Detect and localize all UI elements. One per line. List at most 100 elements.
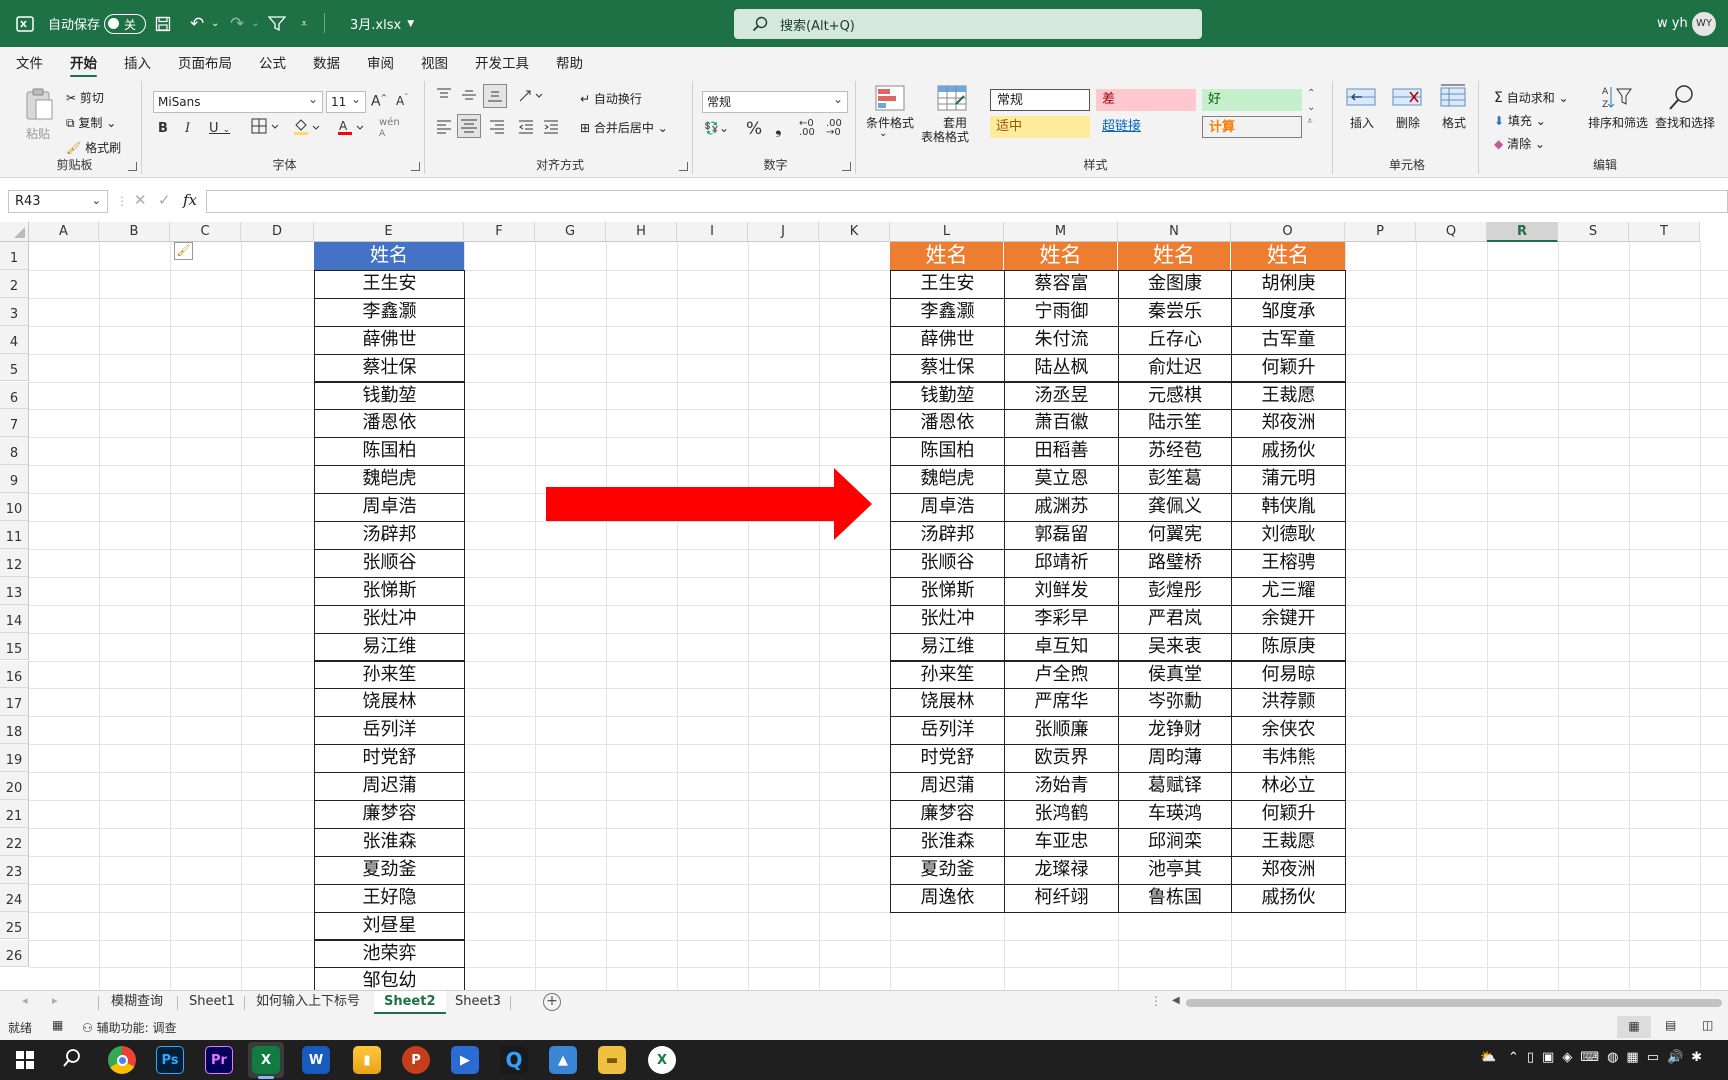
split-name-cell[interactable]: 张灶冲 (890, 604, 1005, 634)
align-bottom-icon[interactable] (483, 84, 507, 108)
split-name-cell[interactable]: 张鸿鹤 (1004, 800, 1119, 829)
split-name-cell[interactable]: 陈国柏 (890, 437, 1005, 467)
undo-icon[interactable]: ↶ (190, 0, 204, 47)
find-select-label[interactable]: 查找和选择 (1655, 114, 1715, 131)
styles-scroll-icon[interactable]: ⌃ ⌄ ⩡ (1307, 87, 1315, 129)
menu-file[interactable]: 文件 (16, 52, 43, 72)
percent-icon[interactable]: % (746, 119, 762, 139)
name-cell[interactable]: 周卓浩 (314, 493, 465, 522)
copy-button[interactable]: ⧉ 复制 ⌄ (66, 114, 116, 131)
row-header-16[interactable]: 16 (0, 660, 29, 689)
accessibility-status[interactable]: ⚇ 辅助功能: 调查 (82, 1019, 176, 1036)
row-header-20[interactable]: 20 (0, 772, 29, 800)
split-name-cell[interactable]: 王榕骋 (1231, 548, 1346, 578)
column-header-c[interactable]: C (170, 222, 241, 242)
style-calculation[interactable]: 计算 (1202, 116, 1302, 138)
column-header-q[interactable]: Q (1416, 222, 1487, 242)
align-top-icon[interactable] (436, 87, 452, 107)
split-name-cell[interactable]: 龚佩义 (1118, 493, 1232, 522)
increase-font-icon[interactable]: A^ (371, 93, 387, 110)
split-name-cell[interactable]: 张淮森 (890, 827, 1005, 857)
split-name-cell[interactable]: 车瑛鸿 (1118, 800, 1232, 829)
word-icon[interactable]: W (302, 1046, 330, 1074)
redo-dropdown-icon[interactable]: ⌄ (251, 0, 259, 47)
tray-weather-icon[interactable]: ⛅ (1480, 1050, 1496, 1065)
align-middle-icon[interactable] (461, 87, 477, 107)
font-color-icon[interactable]: A (337, 119, 367, 141)
sheet-tab-superscript[interactable]: 如何输入上下标号 (246, 991, 370, 1014)
row-header-2[interactable]: 2 (0, 269, 29, 298)
split-name-cell[interactable]: 魏皑虎 (890, 465, 1005, 495)
split-name-cell[interactable]: 车亚忠 (1004, 827, 1119, 857)
split-name-cell[interactable]: 戚渊苏 (1004, 493, 1119, 522)
phonetic-icon[interactable]: wén A (379, 117, 400, 139)
row-header-17[interactable]: 17 (0, 688, 29, 717)
column-header-f[interactable]: F (464, 222, 535, 242)
row-header-6[interactable]: 6 (0, 381, 29, 410)
add-sheet-icon[interactable]: + (543, 993, 561, 1011)
split-name-cell[interactable]: 秦尝乐 (1118, 297, 1232, 327)
powerpoint-icon[interactable]: P (402, 1046, 430, 1074)
file-explorer-icon[interactable]: ▬ (598, 1046, 626, 1074)
split-name-cell[interactable]: 卓互知 (1004, 632, 1119, 662)
menu-home[interactable]: 开始 (70, 52, 97, 78)
column-header-p[interactable]: P (1345, 222, 1416, 242)
name-cell[interactable]: 池荣弈 (314, 939, 465, 969)
split-name-cell[interactable]: 饶展林 (890, 688, 1005, 718)
find-select-icon[interactable] (1666, 83, 1696, 115)
column-header-o[interactable]: O (1231, 222, 1345, 242)
name-cell[interactable]: 王生安 (314, 269, 465, 299)
menu-review[interactable]: 审阅 (367, 52, 394, 72)
page-break-view-icon[interactable]: ◫ (1702, 1018, 1713, 1032)
split-name-cell[interactable]: 何颖升 (1231, 800, 1346, 829)
row-header-4[interactable]: 4 (0, 325, 29, 354)
column-header-h[interactable]: H (606, 222, 677, 242)
split-name-cell[interactable]: 王裁愿 (1231, 827, 1346, 857)
increase-indent-icon[interactable] (543, 118, 559, 138)
split-name-cell[interactable]: 苏经苞 (1118, 437, 1232, 467)
split-name-cell[interactable]: 李彩早 (1004, 604, 1119, 634)
tab-split-handle-icon[interactable]: ⋮ (1150, 994, 1162, 1008)
name-cell[interactable]: 薛佛世 (314, 325, 465, 355)
column-header-m[interactable]: M (1004, 222, 1118, 242)
style-normal[interactable]: 常规 (990, 89, 1090, 111)
format-cells-icon[interactable] (1438, 83, 1468, 113)
column-header-n[interactable]: N (1118, 222, 1231, 242)
split-name-cell[interactable]: 易江维 (890, 632, 1005, 662)
excel-alt-icon[interactable]: X (648, 1046, 676, 1074)
excel-taskbar-icon[interactable]: X (252, 1046, 280, 1074)
split-name-cell[interactable]: 元感棋 (1118, 381, 1232, 411)
row-header-25[interactable]: 25 (0, 911, 29, 940)
confirm-entry-icon[interactable]: ✓ (158, 191, 171, 209)
align-center-icon[interactable] (457, 114, 481, 138)
delete-cells-icon[interactable] (1392, 85, 1422, 113)
split-name-cell[interactable]: 严君岚 (1118, 604, 1232, 634)
split-name-cell[interactable]: 郑夜洲 (1231, 855, 1346, 885)
split-name-cell[interactable]: 刘鲜发 (1004, 576, 1119, 606)
split-name-cell[interactable]: 萧百徽 (1004, 409, 1119, 439)
name-cell[interactable]: 时党舒 (314, 744, 465, 774)
increase-decimal-icon[interactable]: ←0.00 (799, 119, 815, 138)
row-header-19[interactable]: 19 (0, 744, 29, 773)
sort-filter-label[interactable]: 排序和筛选 (1588, 114, 1648, 131)
alignment-launcher-icon[interactable] (679, 162, 688, 171)
split-name-cell[interactable]: 余侠农 (1231, 716, 1346, 746)
split-name-cell[interactable]: 汤丞昱 (1004, 381, 1119, 411)
undo-dropdown-icon[interactable]: ⌄ (211, 0, 219, 47)
column-header-b[interactable]: B (99, 222, 170, 242)
style-good[interactable]: 好 (1202, 89, 1302, 111)
split-name-cell[interactable]: 刘德耿 (1231, 521, 1346, 550)
split-name-cell[interactable]: 张顺谷 (890, 548, 1005, 578)
menu-developer[interactable]: 开发工具 (475, 52, 529, 72)
split-name-cell[interactable]: 严席华 (1004, 688, 1119, 718)
name-cell[interactable]: 张淮森 (314, 827, 465, 857)
align-left-icon[interactable] (436, 118, 452, 138)
split-name-cell[interactable]: 田稻善 (1004, 437, 1119, 467)
name-cell[interactable]: 张顺谷 (314, 548, 465, 578)
split-name-cell[interactable]: 王裁愿 (1231, 381, 1346, 411)
page-layout-view-icon[interactable]: ▤ (1665, 1018, 1676, 1032)
row-header-26[interactable]: 26 (0, 939, 29, 968)
paste-options-icon[interactable]: 🖌 (174, 242, 193, 260)
format-as-table-label-2[interactable]: 表格格式 (921, 128, 969, 145)
split-table-header-o[interactable]: 姓名 (1231, 242, 1345, 270)
